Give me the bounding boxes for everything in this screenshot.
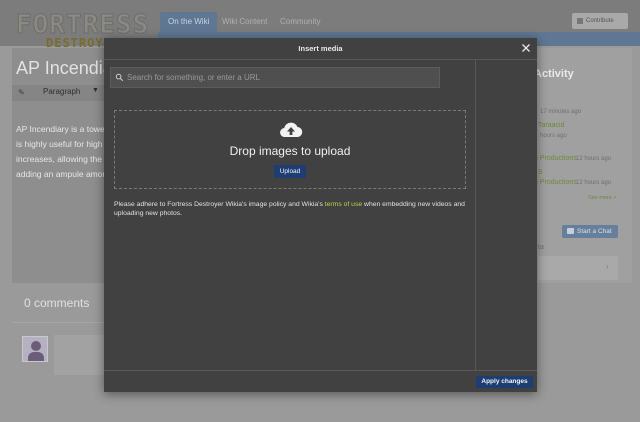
dialog-sidebar-divider	[475, 60, 476, 370]
activity-time: 12 hours ago	[576, 156, 612, 162]
see-more-link[interactable]: See more >	[588, 195, 617, 201]
drop-images-label: Drop images to upload	[229, 144, 351, 158]
article-line: adding an ampule amou	[16, 169, 108, 179]
insert-media-dialog: Insert media Drop images to upload Uploa…	[104, 38, 537, 392]
policy-text: Please adhere to Fortress Destroyer Wiki…	[114, 201, 325, 208]
chevron-down-icon[interactable]: ▼	[92, 87, 99, 94]
nav-tab-community[interactable]: Community	[272, 12, 328, 32]
terms-of-use-link[interactable]: terms of use	[325, 201, 362, 208]
rail-section-label: ta	[538, 244, 544, 251]
article-line: increases, allowing the	[16, 154, 102, 164]
activity-link[interactable]: e Productions	[534, 155, 577, 162]
upload-policy-note: Please adhere to Fortress Destroyer Wiki…	[114, 200, 468, 218]
article-line: is highly useful for high	[16, 139, 103, 149]
close-icon[interactable]	[521, 43, 531, 53]
avatar	[22, 336, 48, 362]
upload-dropzone[interactable]: Drop images to upload Upload	[114, 110, 466, 189]
search-input[interactable]	[127, 68, 437, 87]
activity-link[interactable]: e Productions	[534, 179, 577, 186]
pencil-icon[interactable]: ✎	[18, 88, 25, 97]
nav-tab-wiki-content[interactable]: Wiki Content	[214, 12, 275, 32]
search-icon	[115, 73, 124, 82]
article-title: AP Incendia	[16, 58, 113, 78]
activity-link[interactable]: Taraacid	[538, 122, 564, 129]
activity-time: hours ago	[540, 133, 567, 139]
comments-count: 0 comments	[24, 296, 90, 310]
dialog-title-divider	[104, 59, 537, 60]
start-chat-button[interactable]: Start a Chat	[562, 225, 618, 238]
activity-link[interactable]: S	[538, 169, 543, 176]
upload-button[interactable]: Upload	[274, 165, 306, 178]
media-search-field[interactable]	[110, 67, 440, 88]
paragraph-format-dropdown[interactable]: Paragraph	[43, 87, 80, 96]
chevron-right-icon[interactable]: ›	[606, 262, 609, 271]
upload-cloud-icon	[280, 122, 303, 138]
article-line: AP Incendiary is a towe	[16, 124, 105, 134]
activity-time: 17 minutes ago	[540, 109, 582, 115]
contribute-button[interactable]: Contribute	[572, 13, 628, 29]
activity-time: 12 hours ago	[576, 180, 612, 186]
rail-heading: Activity	[534, 68, 574, 80]
dialog-title: Insert media	[298, 44, 343, 53]
article-body: AP Incendiary is a towe is highly useful…	[16, 122, 107, 182]
apply-changes-button[interactable]: Apply changes	[476, 376, 533, 388]
nav-tab-on-the-wiki[interactable]: On the Wiki	[160, 12, 218, 32]
dialog-footer-divider	[104, 370, 537, 371]
